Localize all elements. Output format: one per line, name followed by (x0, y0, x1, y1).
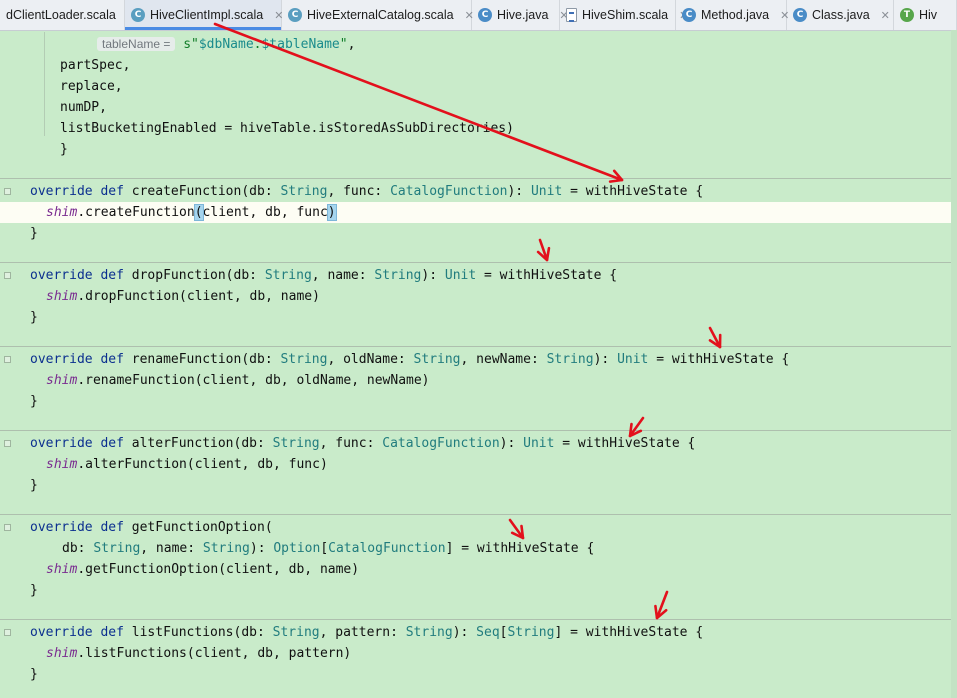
method-separator (0, 178, 957, 179)
code-line[interactable]: override def alterFunction(db: String, f… (0, 433, 957, 454)
code-text: db: String, name: String): Option[Catalo… (62, 541, 595, 556)
method-separator (0, 262, 957, 263)
code-line[interactable]: override def dropFunction(db: String, na… (0, 265, 957, 286)
close-tab-icon[interactable]: ✕ (881, 9, 890, 22)
code-line[interactable]: override def getFunctionOption( (0, 517, 957, 538)
editor-tab[interactable]: C HiveClientImpl.scala ✕ (125, 0, 283, 30)
fold-marker-icon[interactable] (4, 629, 11, 636)
editor-tab[interactable]: T Hiv (894, 0, 957, 30)
code-line[interactable]: override def listFunctions(db: String, p… (0, 622, 957, 643)
code-line[interactable]: listBucketingEnabled = hiveTable.isStore… (0, 118, 957, 139)
code-text: numDP, (60, 100, 107, 115)
code-text: shim.listFunctions(client, db, pattern) (46, 646, 352, 661)
parameter-name-hint: tableName = (97, 37, 176, 51)
editor-tab[interactable]: C HiveExternalCatalog.scala ✕ (282, 0, 474, 30)
code-line[interactable]: } (0, 307, 957, 328)
code-line[interactable]: shim.dropFunction(client, db, name) (0, 286, 957, 307)
editor-tab[interactable]: C Hive.java ✕ (472, 0, 569, 30)
fold-marker-icon[interactable] (4, 188, 11, 195)
java-class-icon: C (682, 8, 696, 22)
code-line[interactable]: } (0, 580, 957, 601)
method-separator (0, 346, 957, 347)
code-text: } (30, 583, 38, 598)
code-text: override def listFunctions(db: String, p… (30, 625, 704, 640)
code-line[interactable]: } (0, 223, 957, 244)
fold-marker-icon[interactable] (4, 272, 11, 279)
code-text: shim.dropFunction(client, db, name) (46, 289, 320, 304)
fold-marker-icon[interactable] (4, 356, 11, 363)
code-text: override def dropFunction(db: String, na… (30, 268, 618, 283)
code-line[interactable]: replace, (0, 76, 957, 97)
code-text: replace, (60, 79, 123, 94)
code-text: shim.getFunctionOption(client, db, name) (46, 562, 360, 577)
code-line[interactable]: db: String, name: String): Option[Catalo… (0, 538, 957, 559)
code-text: } (30, 310, 38, 325)
editor-tab-label: Hiv (919, 8, 938, 22)
code-editor[interactable]: tableName = s"$dbName.$tableName", partSp… (0, 30, 957, 698)
java-class-icon: C (478, 8, 492, 22)
editor-tab-label: dClientLoader.scala (6, 8, 116, 22)
method-separator (0, 514, 957, 515)
editor-tab[interactable]: C Method.java ✕ (676, 0, 789, 30)
code-text: shim.createFunction(client, db, func) (46, 204, 337, 221)
scala-file-icon (566, 8, 577, 22)
trait-icon: T (900, 8, 914, 22)
code-text: } (60, 142, 68, 157)
code-line[interactable]: tableName = s"$dbName.$tableName", (0, 34, 957, 55)
code-line[interactable]: } (0, 475, 957, 496)
method-separator (0, 430, 957, 431)
scala-class-icon: C (288, 8, 302, 22)
code-text: tableName = s"$dbName.$tableName", (97, 34, 355, 55)
editor-scrollbar[interactable] (951, 30, 957, 698)
code-text: } (30, 226, 38, 241)
editor-tab-bar: dClientLoader.scala✕CHiveClientImpl.scal… (0, 0, 957, 31)
code-line[interactable]: shim.alterFunction(client, db, func) (0, 454, 957, 475)
code-text: } (30, 667, 38, 682)
method-separator (0, 619, 957, 620)
code-line[interactable]: numDP, (0, 97, 957, 118)
code-text: shim.alterFunction(client, db, func) (46, 457, 328, 472)
code-line[interactable]: override def createFunction(db: String, … (0, 181, 957, 202)
code-text: partSpec, (60, 58, 131, 73)
code-line[interactable]: } (0, 139, 957, 160)
code-text: override def createFunction(db: String, … (30, 184, 704, 199)
caret-line[interactable]: shim.createFunction(client, db, func) (0, 202, 957, 223)
code-text: listBucketingEnabled = hiveTable.isStore… (60, 121, 514, 136)
code-text: shim.renameFunction(client, db, oldName,… (46, 373, 430, 388)
fold-marker-icon[interactable] (4, 524, 11, 531)
editor-tab[interactable]: dClientLoader.scala✕ (0, 0, 136, 30)
editor-tab[interactable]: HiveShim.scala✕ (560, 0, 688, 30)
code-line[interactable]: partSpec, (0, 55, 957, 76)
code-line[interactable]: shim.renameFunction(client, db, oldName,… (0, 370, 957, 391)
editor-tab-label: HiveShim.scala (582, 8, 669, 22)
fold-marker-icon[interactable] (4, 440, 11, 447)
code-line[interactable]: shim.getFunctionOption(client, db, name) (0, 559, 957, 580)
code-text: override def renameFunction(db: String, … (30, 352, 790, 367)
code-text: override def getFunctionOption( (30, 520, 273, 535)
code-line[interactable]: override def renameFunction(db: String, … (0, 349, 957, 370)
editor-tab-label: Hive.java (497, 8, 549, 22)
code-line[interactable]: shim.listFunctions(client, db, pattern) (0, 643, 957, 664)
editor-tab-label: HiveClientImpl.scala (150, 8, 264, 22)
editor-tab-label: HiveExternalCatalog.scala (307, 8, 454, 22)
editor-tab[interactable]: C Class.java ✕ (787, 0, 894, 30)
code-text: } (30, 478, 38, 493)
code-text: } (30, 394, 38, 409)
code-line[interactable]: } (0, 391, 957, 412)
editor-tab-label: Method.java (701, 8, 770, 22)
scala-class-icon: C (131, 8, 145, 22)
code-text: override def alterFunction(db: String, f… (30, 436, 696, 451)
java-class-icon: C (793, 8, 807, 22)
code-line[interactable]: } (0, 664, 957, 685)
editor-tab-label: Class.java (812, 8, 870, 22)
